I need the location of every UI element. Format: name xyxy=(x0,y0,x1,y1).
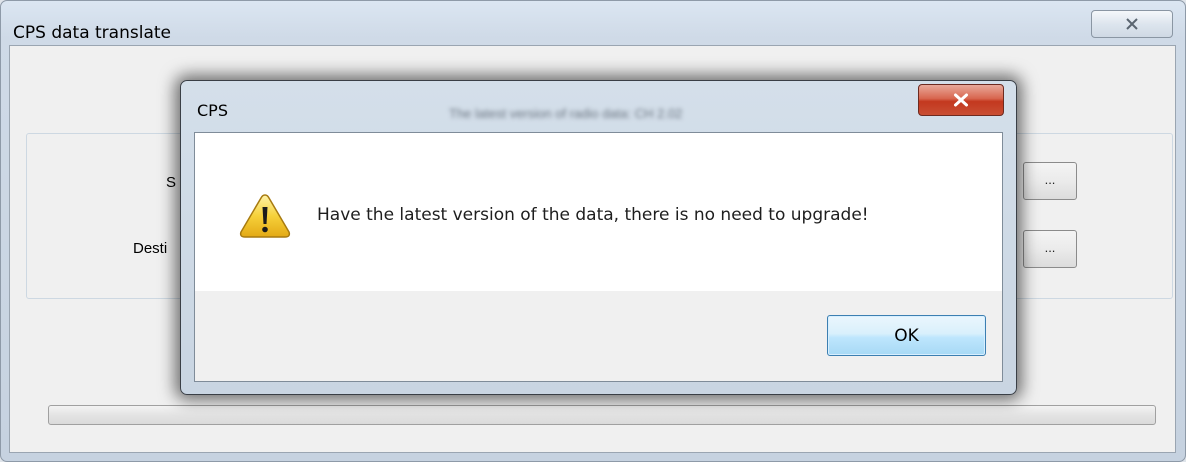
progress-bar xyxy=(48,405,1156,425)
dialog-client-area: Have the latest version of the data, the… xyxy=(194,132,1003,382)
dialog-title: CPS xyxy=(197,101,228,120)
destination-label: Desti xyxy=(133,240,168,257)
close-icon xyxy=(954,93,968,107)
dialog-close-button[interactable] xyxy=(918,84,1004,116)
destination-browse-button[interactable]: ... xyxy=(1023,230,1077,268)
ok-button[interactable]: OK xyxy=(827,315,986,356)
window-title: CPS data translate xyxy=(13,23,171,43)
background-version-text: The latest version of radio data: CH 2.0… xyxy=(449,106,683,121)
window-close-button[interactable] xyxy=(1091,10,1173,38)
dialog-message: Have the latest version of the data, the… xyxy=(317,205,869,225)
source-label: S xyxy=(166,174,177,191)
dialog-message-area: Have the latest version of the data, the… xyxy=(195,133,1002,291)
source-browse-button[interactable]: ... xyxy=(1023,162,1077,200)
warning-icon xyxy=(239,194,291,238)
close-icon xyxy=(1126,18,1138,30)
message-dialog: CPS The latest version of radio data: CH… xyxy=(180,80,1017,395)
